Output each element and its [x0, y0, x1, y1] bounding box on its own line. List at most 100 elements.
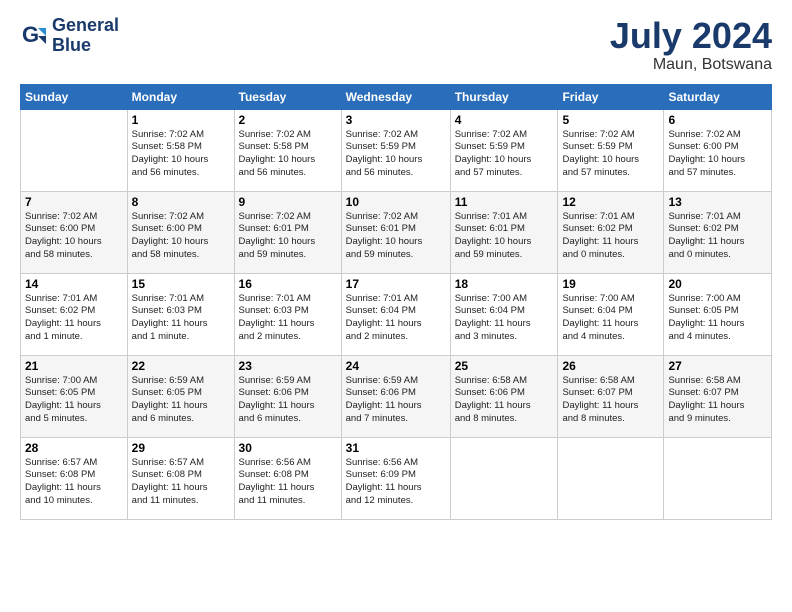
day-info: Sunrise: 7:01 AMSunset: 6:04 PMDaylight:…: [346, 293, 446, 344]
day-info: Sunrise: 7:01 AMSunset: 6:02 PMDaylight:…: [668, 211, 767, 262]
day-info: Sunrise: 7:02 AMSunset: 6:00 PMDaylight:…: [132, 211, 230, 262]
day-number: 7: [25, 195, 123, 209]
day-info: Sunrise: 7:02 AMSunset: 5:58 PMDaylight:…: [132, 129, 230, 180]
calendar-week-row: 14Sunrise: 7:01 AMSunset: 6:02 PMDayligh…: [21, 273, 772, 355]
day-info: Sunrise: 6:56 AMSunset: 6:09 PMDaylight:…: [346, 457, 446, 508]
calendar-cell: 28Sunrise: 6:57 AMSunset: 6:08 PMDayligh…: [21, 437, 128, 519]
day-number: 20: [668, 277, 767, 291]
calendar-cell: 5Sunrise: 7:02 AMSunset: 5:59 PMDaylight…: [558, 109, 664, 191]
calendar-body: 1 Sunrise: 7:02 AMSunset: 5:58 PMDaylight…: [21, 109, 772, 519]
calendar-cell: 11 Sunrise: 7:01 AMSunset: 6:01 PMDayligh…: [450, 191, 558, 273]
day-info: Sunrise: 7:01 AMSunset: 6:03 PMDaylight:…: [132, 293, 230, 344]
weekday-header: Saturday: [664, 84, 772, 109]
day-info: Sunrise: 6:59 AMSunset: 6:05 PMDaylight:…: [132, 375, 230, 426]
day-number: 3: [346, 113, 446, 127]
day-number: 8: [132, 195, 230, 209]
day-number: 13: [668, 195, 767, 209]
day-info: Sunrise: 7:02 AMSunset: 5:59 PMDaylight:…: [562, 129, 659, 180]
calendar-header: SundayMondayTuesdayWednesdayThursdayFrid…: [21, 84, 772, 109]
day-number: 28: [25, 441, 123, 455]
day-info: Sunrise: 7:00 AMSunset: 6:05 PMDaylight:…: [25, 375, 123, 426]
day-info: Sunrise: 6:59 AMSunset: 6:06 PMDaylight:…: [346, 375, 446, 426]
day-number: 17: [346, 277, 446, 291]
calendar-cell: 26Sunrise: 6:58 AMSunset: 6:07 PMDayligh…: [558, 355, 664, 437]
weekday-header: Sunday: [21, 84, 128, 109]
calendar-cell: 1 Sunrise: 7:02 AMSunset: 5:58 PMDaylight…: [127, 109, 234, 191]
day-number: 1: [132, 113, 230, 127]
day-info: Sunrise: 7:01 AMSunset: 6:01 PMDaylight:…: [455, 211, 554, 262]
day-info: Sunrise: 7:01 AMSunset: 6:03 PMDaylight:…: [239, 293, 337, 344]
calendar-cell: 6Sunrise: 7:02 AMSunset: 6:00 PMDaylight…: [664, 109, 772, 191]
page: G General Blue July 2024 Maun, Botswana …: [0, 0, 792, 530]
calendar-cell: 8 Sunrise: 7:02 AMSunset: 6:00 PMDaylight…: [127, 191, 234, 273]
calendar-cell: 29Sunrise: 6:57 AMSunset: 6:08 PMDayligh…: [127, 437, 234, 519]
day-info: Sunrise: 6:58 AMSunset: 6:06 PMDaylight:…: [455, 375, 554, 426]
logo: G General Blue: [20, 16, 119, 56]
day-number: 10: [346, 195, 446, 209]
day-number: 12: [562, 195, 659, 209]
day-info: Sunrise: 7:02 AMSunset: 6:00 PMDaylight:…: [25, 211, 123, 262]
calendar-cell: [664, 437, 772, 519]
day-info: Sunrise: 6:58 AMSunset: 6:07 PMDaylight:…: [562, 375, 659, 426]
month-title: July 2024: [610, 16, 772, 56]
day-number: 16: [239, 277, 337, 291]
title-block: July 2024 Maun, Botswana: [610, 16, 772, 74]
calendar-cell: 12Sunrise: 7:01 AMSunset: 6:02 PMDayligh…: [558, 191, 664, 273]
calendar-week-row: 21 Sunrise: 7:00 AMSunset: 6:05 PMDayligh…: [21, 355, 772, 437]
day-number: 21: [25, 359, 123, 373]
day-number: 9: [239, 195, 337, 209]
calendar-cell: 20Sunrise: 7:00 AMSunset: 6:05 PMDayligh…: [664, 273, 772, 355]
header-row: SundayMondayTuesdayWednesdayThursdayFrid…: [21, 84, 772, 109]
day-info: Sunrise: 7:02 AMSunset: 5:59 PMDaylight:…: [346, 129, 446, 180]
weekday-header: Wednesday: [341, 84, 450, 109]
calendar-cell: 30 Sunrise: 6:56 AMSunset: 6:08 PMDayligh…: [234, 437, 341, 519]
calendar-cell: 3 Sunrise: 7:02 AMSunset: 5:59 PMDaylight…: [341, 109, 450, 191]
day-info: Sunrise: 7:02 AMSunset: 6:00 PMDaylight:…: [668, 129, 767, 180]
calendar-cell: 18 Sunrise: 7:00 AMSunset: 6:04 PMDayligh…: [450, 273, 558, 355]
day-info: Sunrise: 7:02 AMSunset: 6:01 PMDaylight:…: [239, 211, 337, 262]
calendar-cell: 27 Sunrise: 6:58 AMSunset: 6:07 PMDayligh…: [664, 355, 772, 437]
day-info: Sunrise: 7:02 AMSunset: 5:59 PMDaylight:…: [455, 129, 554, 180]
calendar-cell: 13 Sunrise: 7:01 AMSunset: 6:02 PMDayligh…: [664, 191, 772, 273]
day-number: 15: [132, 277, 230, 291]
calendar-cell: 9 Sunrise: 7:02 AMSunset: 6:01 PMDaylight…: [234, 191, 341, 273]
day-number: 23: [239, 359, 337, 373]
day-number: 11: [455, 195, 554, 209]
svg-text:G: G: [22, 22, 39, 47]
calendar-cell: [450, 437, 558, 519]
calendar-cell: 25 Sunrise: 6:58 AMSunset: 6:06 PMDayligh…: [450, 355, 558, 437]
day-info: Sunrise: 7:02 AMSunset: 5:58 PMDaylight:…: [239, 129, 337, 180]
day-number: 31: [346, 441, 446, 455]
calendar-cell: 2 Sunrise: 7:02 AMSunset: 5:58 PMDaylight…: [234, 109, 341, 191]
day-number: 22: [132, 359, 230, 373]
day-number: 18: [455, 277, 554, 291]
weekday-header: Monday: [127, 84, 234, 109]
day-info: Sunrise: 7:01 AMSunset: 6:02 PMDaylight:…: [25, 293, 123, 344]
calendar-cell: [21, 109, 128, 191]
calendar-cell: 10Sunrise: 7:02 AMSunset: 6:01 PMDayligh…: [341, 191, 450, 273]
calendar-cell: 15 Sunrise: 7:01 AMSunset: 6:03 PMDayligh…: [127, 273, 234, 355]
calendar-cell: 23Sunrise: 6:59 AMSunset: 6:06 PMDayligh…: [234, 355, 341, 437]
calendar-cell: 17 Sunrise: 7:01 AMSunset: 6:04 PMDayligh…: [341, 273, 450, 355]
calendar-cell: 19Sunrise: 7:00 AMSunset: 6:04 PMDayligh…: [558, 273, 664, 355]
day-info: Sunrise: 6:57 AMSunset: 6:08 PMDaylight:…: [132, 457, 230, 508]
day-info: Sunrise: 7:00 AMSunset: 6:04 PMDaylight:…: [562, 293, 659, 344]
calendar-cell: 14Sunrise: 7:01 AMSunset: 6:02 PMDayligh…: [21, 273, 128, 355]
day-info: Sunrise: 6:56 AMSunset: 6:08 PMDaylight:…: [239, 457, 337, 508]
header: G General Blue July 2024 Maun, Botswana: [20, 16, 772, 74]
day-number: 24: [346, 359, 446, 373]
day-info: Sunrise: 7:00 AMSunset: 6:04 PMDaylight:…: [455, 293, 554, 344]
logo-text-line1: General: [52, 16, 119, 36]
calendar-cell: 31 Sunrise: 6:56 AMSunset: 6:09 PMDayligh…: [341, 437, 450, 519]
day-number: 27: [668, 359, 767, 373]
calendar-week-row: 7 Sunrise: 7:02 AMSunset: 6:00 PMDaylight…: [21, 191, 772, 273]
day-info: Sunrise: 6:58 AMSunset: 6:07 PMDaylight:…: [668, 375, 767, 426]
calendar-cell: 22 Sunrise: 6:59 AMSunset: 6:05 PMDayligh…: [127, 355, 234, 437]
calendar: SundayMondayTuesdayWednesdayThursdayFrid…: [20, 84, 772, 520]
day-number: 25: [455, 359, 554, 373]
calendar-cell: 7 Sunrise: 7:02 AMSunset: 6:00 PMDaylight…: [21, 191, 128, 273]
day-number: 2: [239, 113, 337, 127]
day-number: 30: [239, 441, 337, 455]
location: Maun, Botswana: [610, 56, 772, 74]
logo-text-line2: Blue: [52, 36, 119, 56]
